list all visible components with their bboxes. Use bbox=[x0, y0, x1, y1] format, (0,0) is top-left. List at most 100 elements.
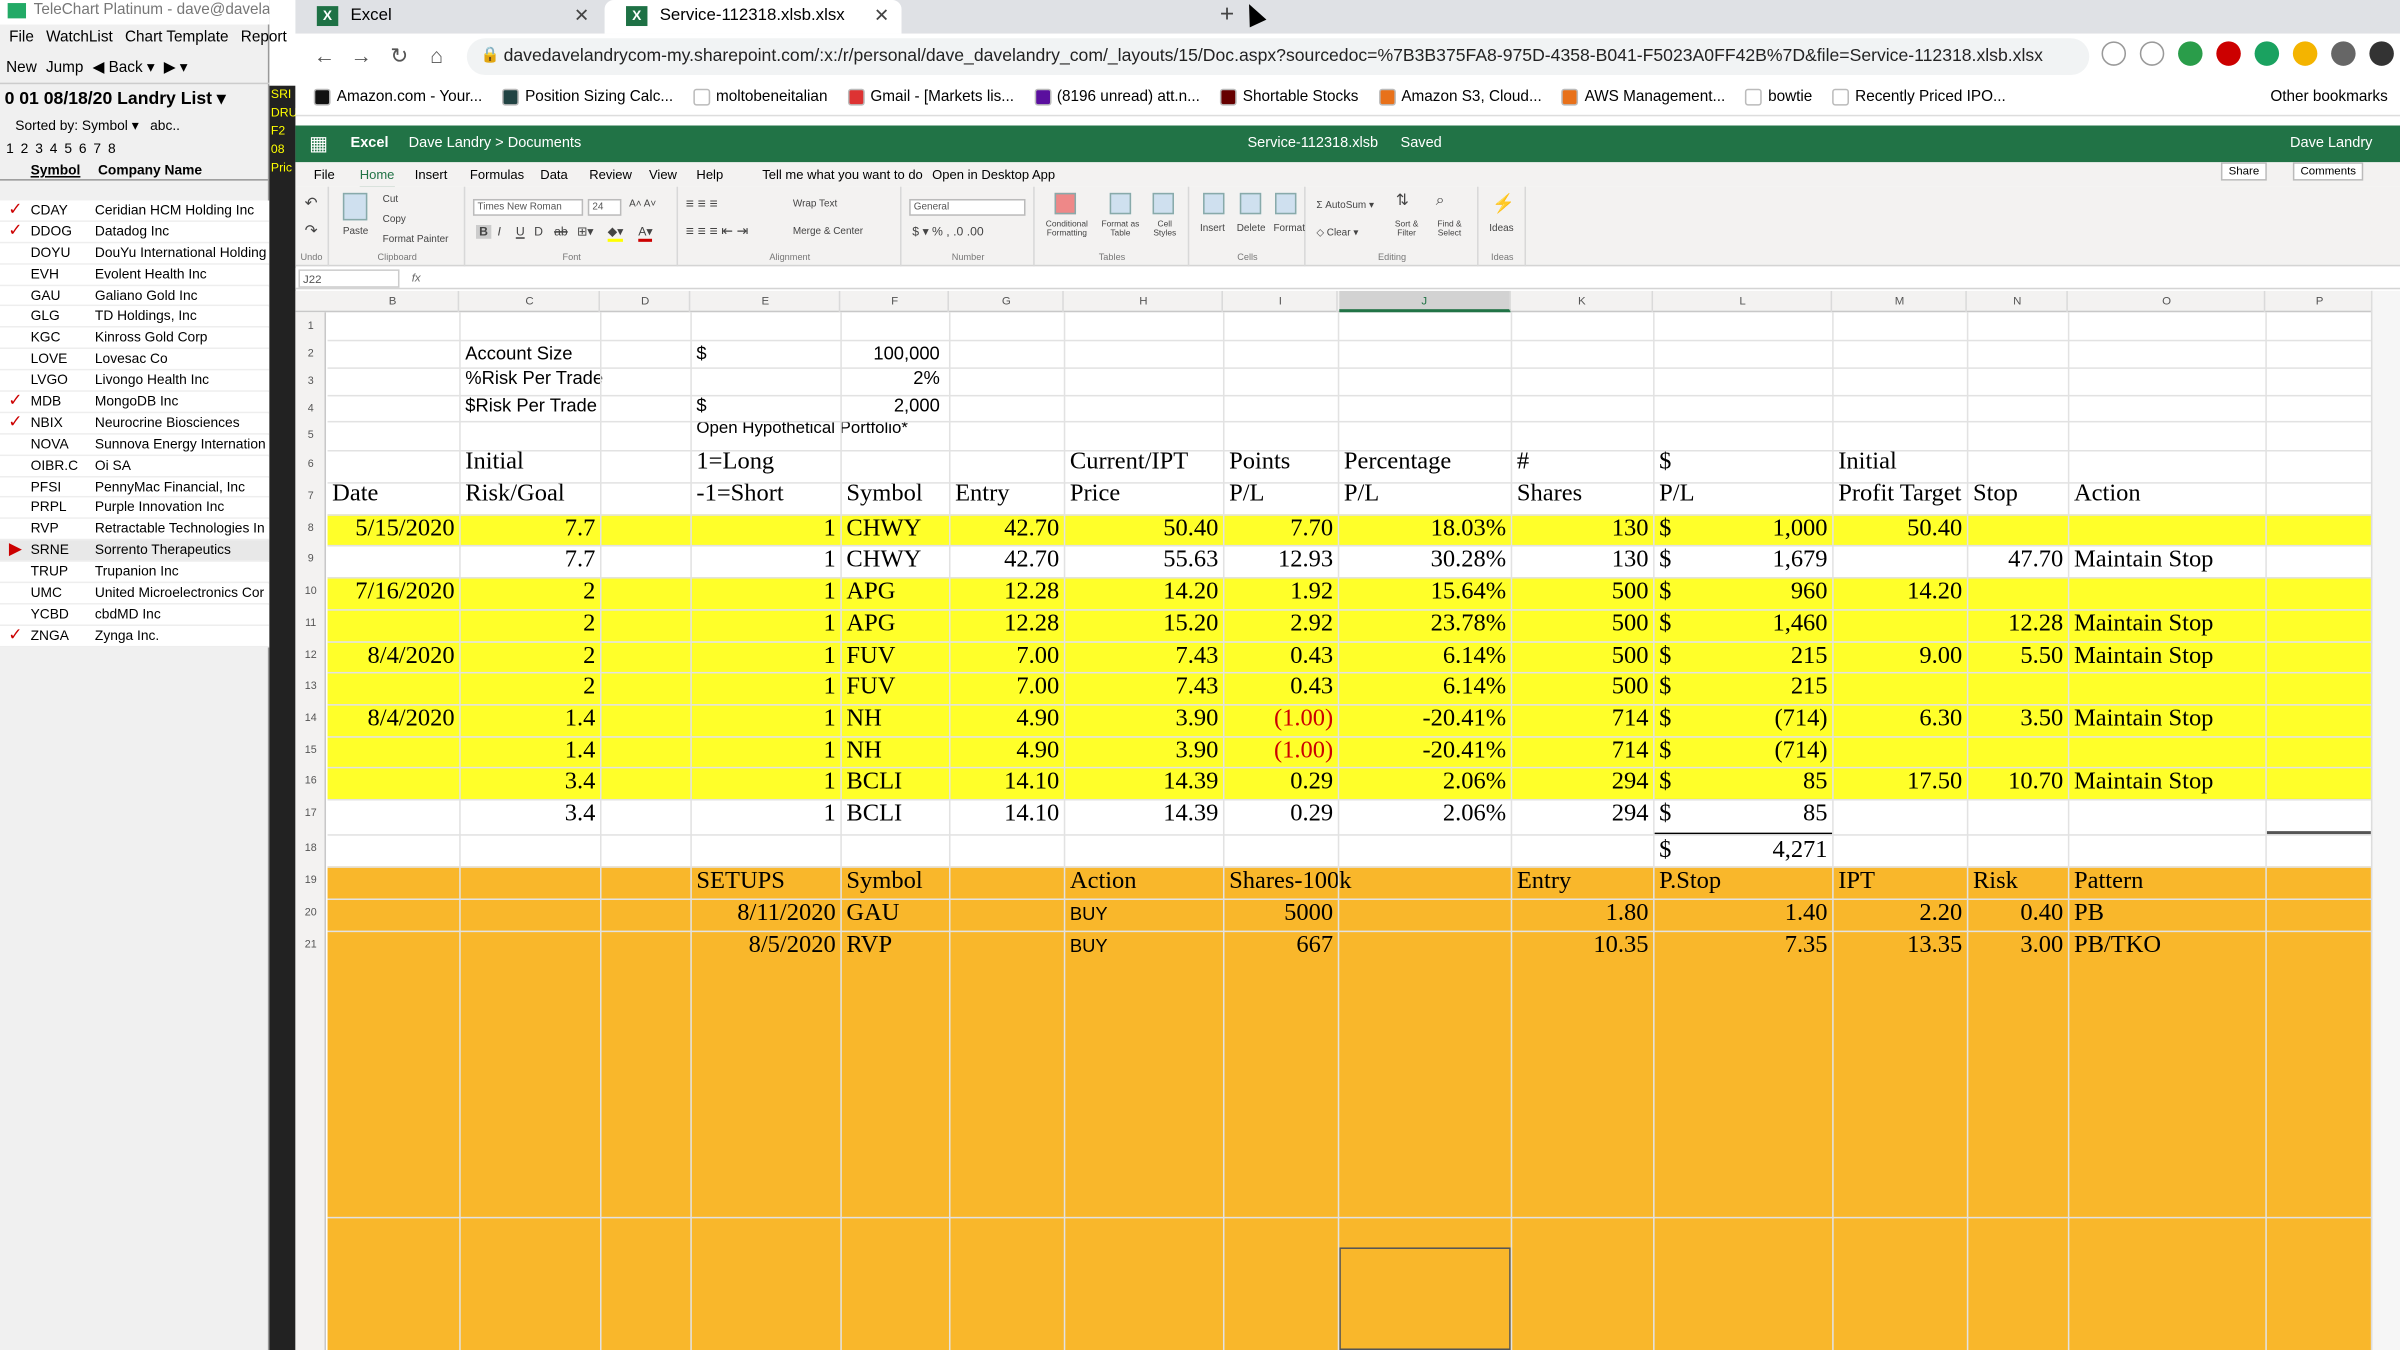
watchlist-row[interactable]: PFSI PennyMac Financial, Inc bbox=[0, 476, 270, 499]
entry-cell[interactable]: 42.70 bbox=[955, 545, 1059, 576]
price-cell[interactable]: 7.43 bbox=[1070, 672, 1219, 703]
stop-cell[interactable]: 3.50 bbox=[1973, 704, 2063, 735]
shares-cell[interactable]: 130 bbox=[1517, 545, 1649, 576]
empty-check[interactable] bbox=[0, 307, 31, 327]
bookmark-item[interactable]: Gmail - [Markets lis... bbox=[847, 80, 1014, 115]
points-cell[interactable]: 2.92 bbox=[1229, 609, 1333, 640]
points-cell[interactable]: 7.70 bbox=[1229, 514, 1333, 545]
column-header[interactable]: L bbox=[1655, 290, 1833, 313]
empty-check[interactable] bbox=[0, 349, 31, 369]
empty-check[interactable] bbox=[0, 456, 31, 476]
format-cells-icon[interactable] bbox=[1274, 192, 1297, 215]
price-cell[interactable]: 15.20 bbox=[1070, 609, 1218, 640]
points-cell[interactable]: 1.92 bbox=[1229, 577, 1333, 608]
setup-entry-cell[interactable]: 1.80 bbox=[1517, 898, 1649, 929]
empty-check[interactable] bbox=[0, 328, 31, 348]
symbol-cell[interactable]: BCLI bbox=[846, 799, 944, 830]
bookmark-item[interactable]: (8196 unread) att.n... bbox=[1033, 80, 1200, 115]
checkmark-icon[interactable]: ✓ bbox=[0, 392, 31, 412]
date-cell[interactable]: 8/4/2020 bbox=[332, 641, 455, 672]
empty-check[interactable] bbox=[0, 434, 31, 454]
risk-cell[interactable]: 3.4 bbox=[465, 799, 596, 830]
shares-cell[interactable]: 294 bbox=[1517, 799, 1649, 830]
symbol-cell[interactable]: NH bbox=[846, 736, 944, 767]
entry-cell[interactable]: 14.10 bbox=[955, 799, 1059, 830]
empty-check[interactable] bbox=[0, 604, 31, 624]
tab-file[interactable]: File bbox=[314, 162, 335, 186]
risk-cell[interactable]: 1.4 bbox=[465, 704, 596, 735]
percent-cell[interactable]: 6.14% bbox=[1344, 641, 1506, 672]
file-name[interactable]: Service-112318.xlsb bbox=[1247, 126, 1378, 163]
column-header[interactable]: M bbox=[1834, 290, 1967, 313]
target-cell[interactable]: 50.40 bbox=[1838, 514, 1962, 545]
percent-cell[interactable]: 18.03% bbox=[1344, 514, 1507, 545]
tab-formulas[interactable]: Formulas bbox=[470, 162, 524, 186]
insert-cells-icon[interactable] bbox=[1203, 192, 1225, 215]
column-header[interactable]: B bbox=[328, 290, 460, 313]
avatar[interactable] bbox=[2369, 41, 2394, 66]
selected-cell[interactable] bbox=[1339, 1247, 1511, 1350]
sort-filter-button[interactable]: Sort & Filter bbox=[1390, 220, 1424, 238]
symbol-cell[interactable]: NH bbox=[846, 704, 944, 735]
percent-cell[interactable]: 2.06% bbox=[1344, 799, 1506, 830]
borders-icon[interactable]: ⊞▾ bbox=[577, 225, 593, 239]
points-cell[interactable]: (1.00) bbox=[1229, 704, 1333, 735]
watchlist-row[interactable]: LOVE Lovesac Co bbox=[0, 349, 270, 371]
browser-tab-excel[interactable]: X Excel ✕ bbox=[295, 0, 601, 34]
undo-icon[interactable]: ↶ bbox=[305, 196, 318, 213]
vertical-scrollbar[interactable] bbox=[2370, 290, 2400, 1350]
breadcrumb[interactable]: Dave Landry > Documents bbox=[409, 126, 582, 163]
company-column-header[interactable]: Company Name bbox=[95, 159, 202, 179]
bold-icon[interactable]: B bbox=[476, 224, 491, 239]
setup-symbol-cell[interactable]: RVP bbox=[846, 931, 944, 962]
bookmark-item[interactable]: Position Sizing Calc... bbox=[502, 80, 673, 115]
cell-styles-icon[interactable] bbox=[1152, 192, 1174, 215]
column-header[interactable]: E bbox=[692, 290, 841, 313]
total-value[interactable]: 4,271 bbox=[1659, 836, 1827, 867]
price-cell[interactable]: 55.63 bbox=[1070, 545, 1218, 576]
watchlist-row[interactable]: GLG TD Holdings, Inc bbox=[0, 306, 270, 329]
home-icon[interactable]: ⌂ bbox=[430, 43, 443, 67]
symbol-cell[interactable]: CHWY bbox=[846, 545, 944, 576]
setup-ipt-cell[interactable]: 13.35 bbox=[1838, 931, 1962, 962]
column-header[interactable]: H bbox=[1065, 290, 1223, 313]
percent-cell[interactable]: 6.14% bbox=[1344, 672, 1506, 703]
comments-button[interactable]: Comments bbox=[2292, 162, 2364, 181]
pl-cell[interactable]: 1,679 bbox=[1659, 545, 1827, 576]
risk-cell[interactable]: 2 bbox=[465, 672, 595, 703]
setups-header-cell[interactable]: Symbol bbox=[846, 866, 1066, 897]
tell-me-search[interactable]: Tell me what you want to do bbox=[762, 162, 923, 186]
empty-check[interactable] bbox=[0, 562, 31, 582]
watchlist-row[interactable]: EVH Evolent Health Inc bbox=[0, 264, 270, 286]
watchlist-row[interactable]: ▶ SRNE Sorrento Therapeutics bbox=[0, 540, 270, 562]
row-header[interactable]: 8 bbox=[295, 523, 326, 534]
tab-help[interactable]: Help bbox=[696, 162, 723, 186]
action-cell[interactable]: Maintain Stop bbox=[2074, 704, 2325, 735]
risk-cell[interactable]: 2 bbox=[465, 641, 595, 672]
merge-center-button[interactable]: Merge & Center bbox=[793, 227, 863, 238]
entry-cell[interactable]: 4.90 bbox=[955, 704, 1059, 735]
shares-cell[interactable]: 500 bbox=[1517, 577, 1649, 608]
url-bar[interactable]: 🔒 davedavelandrycom-my.sharepoint.com/:x:… bbox=[466, 38, 2090, 75]
setup-symbol-cell[interactable]: GAU bbox=[846, 898, 944, 929]
name-box[interactable]: J22 bbox=[298, 269, 400, 288]
row-header[interactable]: 12 bbox=[295, 651, 326, 662]
entry-cell[interactable]: 12.28 bbox=[955, 577, 1059, 608]
sorted-by-dropdown[interactable]: Sorted by: Symbol ▾ abc.. bbox=[0, 115, 269, 136]
risk-cell[interactable]: 3.4 bbox=[465, 767, 596, 798]
empty-check[interactable] bbox=[0, 583, 31, 603]
back-icon[interactable]: ← bbox=[314, 43, 335, 67]
symbol-cell[interactable]: CHWY bbox=[846, 514, 944, 545]
column-header[interactable]: K bbox=[1512, 290, 1654, 313]
target-cell[interactable]: 17.50 bbox=[1838, 767, 1962, 798]
direction-cell[interactable]: 1 bbox=[696, 767, 835, 798]
direction-cell[interactable]: 1 bbox=[696, 704, 835, 735]
stop-cell[interactable]: 47.70 bbox=[1973, 545, 2063, 576]
bookmark-item[interactable]: Amazon S3, Cloud... bbox=[1378, 80, 1542, 115]
date-cell[interactable]: 7/16/2020 bbox=[332, 577, 454, 608]
column-header[interactable]: J bbox=[1339, 290, 1511, 313]
italic-icon[interactable]: I bbox=[497, 225, 500, 239]
price-cell[interactable]: 3.90 bbox=[1070, 704, 1219, 735]
find-icon[interactable]: ⌕ bbox=[1436, 193, 1445, 210]
entry-cell[interactable]: 14.10 bbox=[955, 767, 1059, 798]
